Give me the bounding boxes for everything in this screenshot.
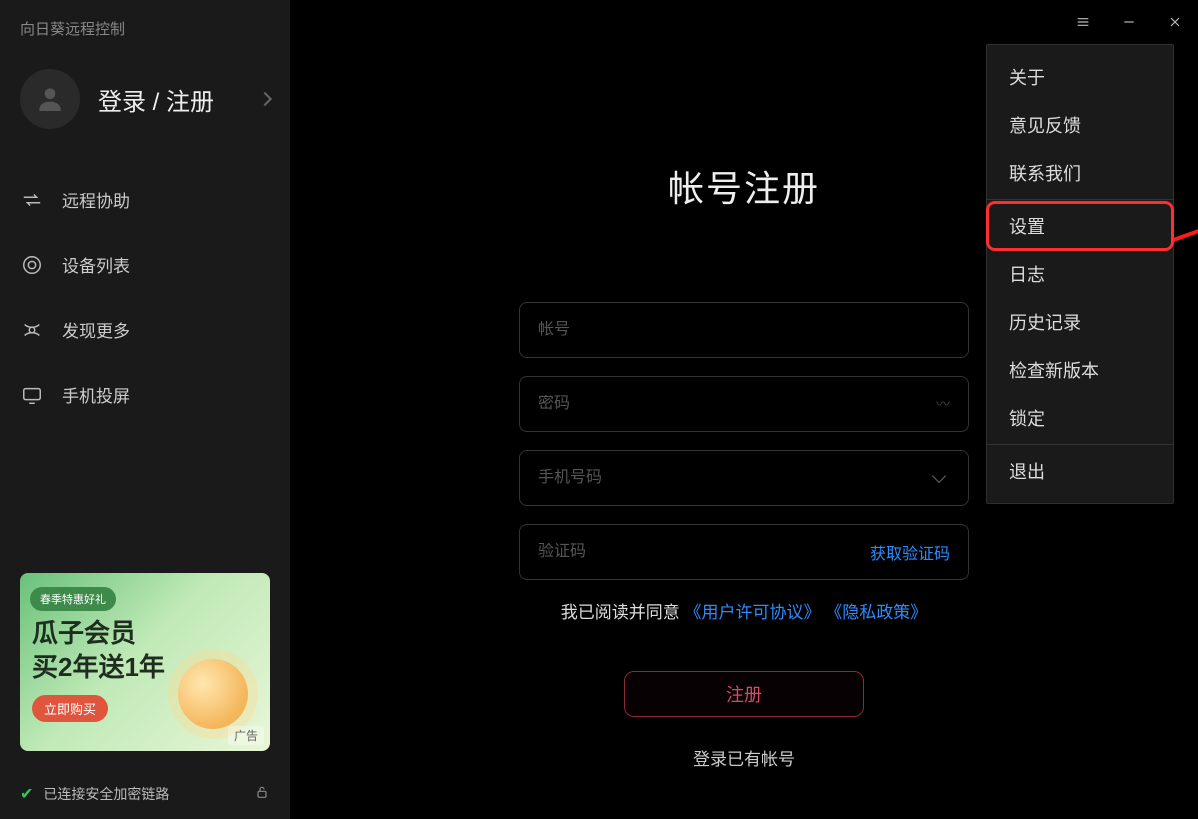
- eye-toggle-icon[interactable]: 〰: [936, 394, 950, 414]
- nav-device-list[interactable]: 设备列表: [0, 232, 290, 297]
- menu-feedback[interactable]: 意见反馈: [987, 101, 1173, 149]
- phone-input[interactable]: [538, 469, 934, 487]
- menu-button[interactable]: [1060, 0, 1106, 44]
- agree-prefix: 我已阅读并同意: [561, 603, 680, 622]
- window-controls: [1060, 0, 1198, 44]
- menu-settings[interactable]: 设置: [987, 202, 1173, 250]
- promo-graphic: [178, 659, 248, 729]
- promo-buy-button[interactable]: 立即购买: [32, 695, 108, 722]
- menu-history[interactable]: 历史记录: [987, 298, 1173, 346]
- privacy-link[interactable]: 《隐私政策》: [825, 603, 927, 622]
- menu-logs[interactable]: 日志: [987, 250, 1173, 298]
- phone-field-wrap: [519, 450, 969, 506]
- register-form: 帐号注册 〰 获取验证码 我已阅读并同意 《用户许可协议》 《隐私政策》 注册 …: [519, 160, 969, 770]
- menu-separator: [987, 199, 1173, 200]
- nav-remote-assist[interactable]: 远程协助: [0, 167, 290, 232]
- sidebar: 向日葵远程控制 登录 / 注册 远程协助 设备列表 发现更多: [0, 0, 290, 819]
- app-title: 向日葵远程控制: [0, 0, 290, 49]
- get-code-button[interactable]: 获取验证码: [870, 540, 950, 564]
- close-button[interactable]: [1152, 0, 1198, 44]
- minimize-button[interactable]: [1106, 0, 1152, 44]
- agreement-row: 我已阅读并同意 《用户许可协议》 《隐私政策》: [519, 598, 969, 623]
- lock-icon[interactable]: [254, 784, 270, 805]
- avatar: [20, 69, 80, 129]
- password-input[interactable]: [538, 395, 936, 413]
- promo-ad-tag: 广告: [228, 726, 264, 745]
- nav-label: 发现更多: [62, 317, 130, 342]
- user-icon: [34, 83, 66, 115]
- menu-separator: [987, 444, 1173, 445]
- main-panel: 帐号注册 〰 获取验证码 我已阅读并同意 《用户许可协议》 《隐私政策》 注册 …: [290, 0, 1198, 819]
- code-input[interactable]: [538, 543, 870, 561]
- connection-status: ✔ 已连接安全加密链路: [0, 769, 290, 819]
- profile-label: 登录 / 注册: [98, 82, 260, 117]
- chevron-down-icon[interactable]: [932, 469, 946, 483]
- promo-pill: 春季特惠好礼: [30, 587, 116, 611]
- nav-label: 手机投屏: [62, 382, 130, 407]
- code-field-wrap: 获取验证码: [519, 524, 969, 580]
- nav-label: 设备列表: [62, 252, 130, 277]
- status-text: 已连接安全加密链路: [43, 784, 169, 804]
- discover-icon: [20, 318, 44, 342]
- promo-line1: 瓜子会员: [32, 617, 258, 651]
- hamburger-menu: 关于 意见反馈 联系我们 设置 日志 历史记录 检查新版本 锁定 退出: [986, 44, 1174, 504]
- menu-check-update[interactable]: 检查新版本: [987, 346, 1173, 394]
- account-input[interactable]: [538, 321, 950, 339]
- menu-lock[interactable]: 锁定: [987, 394, 1173, 442]
- password-field-wrap: 〰: [519, 376, 969, 432]
- promo-banner[interactable]: 春季特惠好礼 瓜子会员 买2年送1年 立即购买 广告: [20, 573, 270, 751]
- profile-login-register[interactable]: 登录 / 注册: [0, 49, 290, 149]
- nav-discover-more[interactable]: 发现更多: [0, 297, 290, 362]
- nav-list: 远程协助 设备列表 发现更多 手机投屏: [0, 167, 290, 427]
- register-button[interactable]: 注册: [624, 671, 864, 717]
- menu-exit[interactable]: 退出: [987, 447, 1173, 495]
- chevron-right-icon: [258, 92, 272, 106]
- devices-icon: [20, 253, 44, 277]
- login-existing-link[interactable]: 登录已有帐号: [519, 745, 969, 770]
- shield-check-icon: ✔: [20, 784, 33, 804]
- nav-label: 远程协助: [62, 187, 130, 212]
- license-link[interactable]: 《用户许可协议》: [685, 603, 821, 622]
- account-field-wrap: [519, 302, 969, 358]
- menu-contact[interactable]: 联系我们: [987, 149, 1173, 197]
- swap-icon: [20, 188, 44, 212]
- form-title: 帐号注册: [519, 160, 969, 212]
- cast-icon: [20, 383, 44, 407]
- menu-about[interactable]: 关于: [987, 53, 1173, 101]
- nav-phone-cast[interactable]: 手机投屏: [0, 362, 290, 427]
